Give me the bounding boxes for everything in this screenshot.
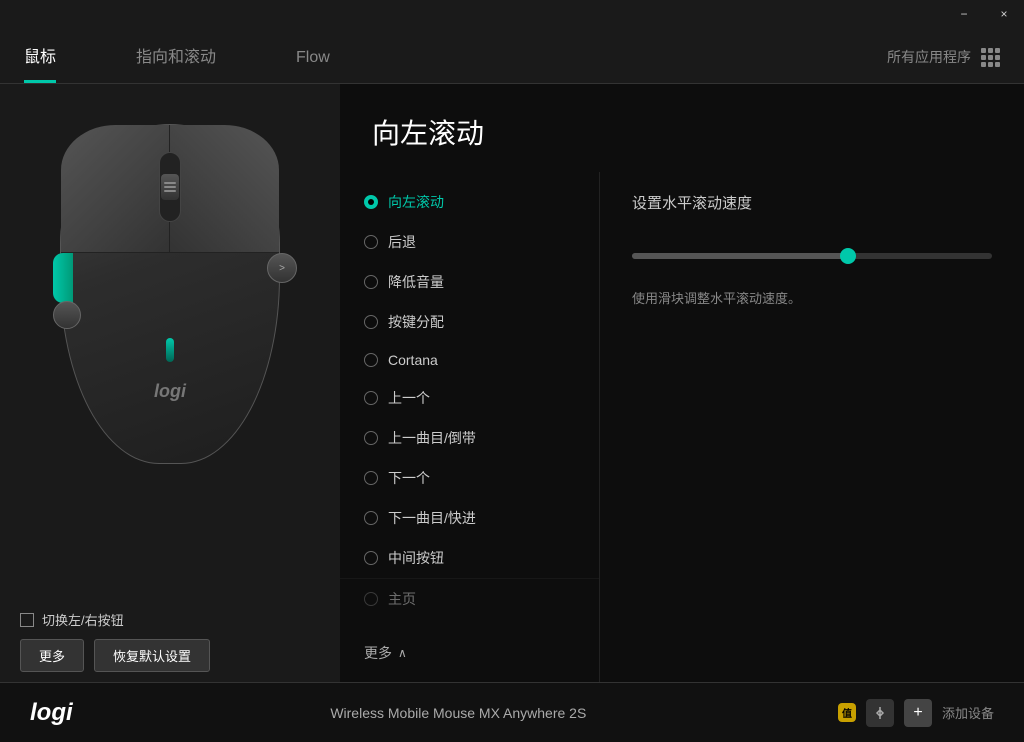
radio-home	[364, 592, 378, 606]
scroll-wheel	[161, 174, 179, 200]
option-back-label: 后退	[388, 232, 416, 252]
add-device-icon[interactable]: +	[904, 699, 932, 727]
option-list-container: 向左滚动 后退 降低音量 按键分配	[340, 172, 600, 682]
tab-mouse[interactable]: 鼠标	[0, 0, 96, 83]
settings-title: 设置水平滚动速度	[632, 192, 992, 213]
bluetooth-icon[interactable]	[866, 699, 894, 727]
radio-next	[364, 471, 378, 485]
main-area: logi 切换左/右按钮 更多 恢复默认设置 向左滚动 向左滚动	[0, 84, 1024, 682]
option-scroll-left[interactable]: 向左滚动	[340, 182, 599, 222]
swap-buttons-label: 切换左/右按钮	[42, 610, 124, 629]
option-next-track[interactable]: 下一曲目/快进	[340, 498, 599, 538]
more-button[interactable]: 更多	[20, 639, 84, 672]
radio-middle-btn	[364, 551, 378, 565]
option-key-assign[interactable]: 按键分配	[340, 302, 599, 342]
footer-icons-area: 值 + 添加设备	[838, 699, 994, 727]
radio-prev-track	[364, 431, 378, 445]
mouse-right-button[interactable]	[170, 125, 279, 253]
logi-logo-mouse: logi	[154, 381, 186, 402]
add-device-label[interactable]: 添加设备	[942, 703, 994, 722]
mouse-thumb-button[interactable]	[53, 301, 81, 329]
scroll-lines	[164, 182, 176, 192]
option-list: 向左滚动 后退 降低音量 按键分配	[340, 172, 600, 629]
option-prev[interactable]: 上一个	[340, 378, 599, 418]
radio-vol-down	[364, 275, 378, 289]
radio-key-assign	[364, 315, 378, 329]
top-navigation: 鼠标 指向和滚动 Flow 所有应用程序	[0, 0, 1024, 84]
mouse-scroll-area	[159, 152, 181, 222]
more-options-chevron-icon: ∧	[398, 646, 407, 660]
option-vol-down-label: 降低音量	[388, 272, 444, 292]
more-options-button[interactable]: 更多 ∧	[340, 629, 599, 677]
value-icon[interactable]: 值	[838, 703, 856, 722]
tab-pointer[interactable]: 指向和滚动	[96, 0, 256, 83]
titlebar: − ×	[944, 0, 1024, 28]
footer-device-name: Wireless Mobile Mouse MX Anywhere 2S	[79, 705, 838, 721]
option-next-label: 下一个	[388, 468, 430, 488]
mouse-left-button[interactable]	[61, 125, 170, 253]
reset-button[interactable]: 恢复默认设置	[94, 639, 210, 672]
side-button-right[interactable]	[267, 253, 297, 283]
option-next-track-label: 下一曲目/快进	[388, 508, 476, 528]
swap-buttons-row[interactable]: 切换左/右按钮	[20, 610, 210, 629]
option-prev-track-label: 上一曲目/倒带	[388, 428, 476, 448]
settings-description: 使用滑块调整水平滚动速度。	[632, 289, 992, 310]
mouse-section: logi 切换左/右按钮 更多 恢复默认设置	[0, 84, 340, 682]
option-middle-btn-label: 中间按钮	[388, 548, 444, 568]
settings-panel: 设置水平滚动速度 使用滑块调整水平滚动速度。	[600, 172, 1024, 682]
option-back[interactable]: 后退	[340, 222, 599, 262]
option-key-assign-label: 按键分配	[388, 312, 444, 332]
option-vol-down[interactable]: 降低音量	[340, 262, 599, 302]
slider-thumb[interactable]	[840, 248, 856, 264]
option-prev-track[interactable]: 上一曲目/倒带	[340, 418, 599, 458]
panel-content: 向左滚动 后退 降低音量 按键分配	[340, 172, 1024, 682]
mouse-diagram: logi	[30, 114, 310, 494]
option-home-label: 主页	[388, 589, 416, 609]
grid-icon	[981, 48, 1000, 67]
right-panel: 向左滚动 向左滚动 后退 降低音量	[340, 84, 1024, 682]
nav-tabs: 鼠标 指向和滚动 Flow	[0, 0, 370, 83]
option-middle-btn[interactable]: 中间按钮	[340, 538, 599, 578]
footer-logo-area: logi	[30, 699, 79, 727]
panel-title: 向左滚动	[340, 84, 1024, 172]
option-next[interactable]: 下一个	[340, 458, 599, 498]
radio-scroll-left	[364, 195, 378, 209]
option-cortana[interactable]: Cortana	[340, 342, 599, 378]
more-options-label: 更多	[364, 643, 392, 663]
close-button[interactable]: ×	[984, 0, 1024, 28]
option-cortana-label: Cortana	[388, 352, 438, 368]
dpi-indicator	[166, 338, 174, 362]
slider-track	[632, 253, 848, 259]
option-scroll-left-label: 向左滚动	[388, 192, 444, 212]
tab-flow[interactable]: Flow	[256, 0, 370, 83]
footer: logi Wireless Mobile Mouse MX Anywhere 2…	[0, 682, 1024, 742]
option-prev-label: 上一个	[388, 388, 430, 408]
bottom-controls: 切换左/右按钮 更多 恢复默认设置	[20, 610, 210, 672]
swap-buttons-checkbox[interactable]	[20, 613, 34, 627]
all-apps-label: 所有应用程序	[887, 47, 971, 67]
radio-cortana	[364, 353, 378, 367]
all-apps-area[interactable]: 所有应用程序	[887, 47, 1024, 83]
mouse-body: logi	[60, 124, 280, 464]
speed-slider[interactable]	[632, 253, 992, 259]
radio-back	[364, 235, 378, 249]
option-home[interactable]: 主页	[340, 578, 599, 619]
radio-prev	[364, 391, 378, 405]
footer-logo: logi	[30, 699, 73, 727]
minimize-button[interactable]: −	[944, 0, 984, 28]
side-button-left[interactable]	[53, 253, 73, 303]
radio-next-track	[364, 511, 378, 525]
action-buttons: 更多 恢复默认设置	[20, 639, 210, 672]
